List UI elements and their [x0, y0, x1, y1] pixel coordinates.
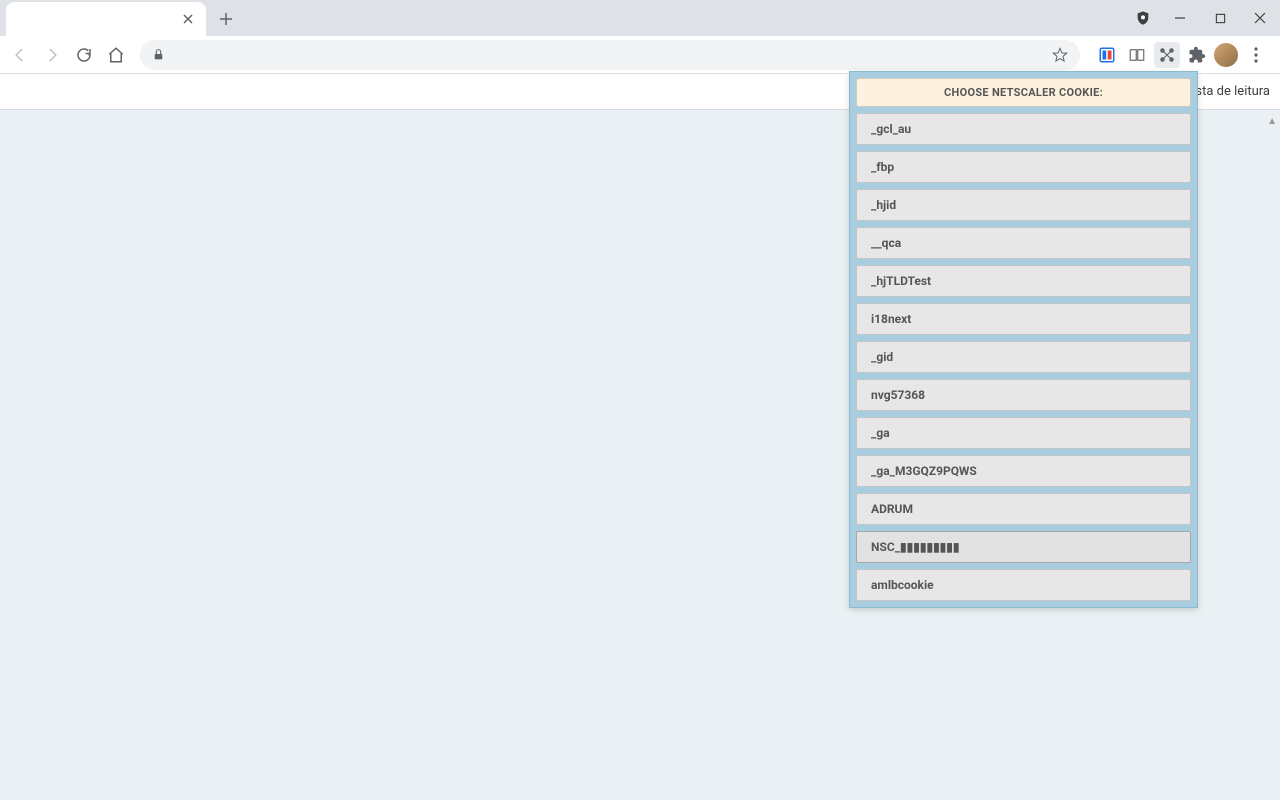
toolbar — [0, 36, 1280, 74]
popup-header: CHOOSE NETSCALER COOKIE: — [856, 78, 1191, 107]
cookie-item[interactable]: _gid — [856, 341, 1191, 373]
cookie-item[interactable]: _ga_M3GQZ9PQWS — [856, 455, 1191, 487]
cookie-item[interactable]: amlbcookie — [856, 569, 1191, 601]
bookmark-star-icon[interactable] — [1052, 47, 1068, 63]
forward-button[interactable] — [38, 41, 66, 69]
cookie-list: _gcl_au _fbp _hjid __qca _hjTLDTest i18next _g… — [856, 113, 1191, 601]
cookie-item[interactable]: ADRUM — [856, 493, 1191, 525]
cookie-item[interactable]: nvg57368 — [856, 379, 1191, 411]
browser-tab[interactable] — [6, 2, 206, 36]
cookie-item[interactable]: NSC_▮▮▮▮▮▮▮▮▮ — [856, 531, 1191, 563]
home-button[interactable] — [102, 41, 130, 69]
reload-button[interactable] — [70, 41, 98, 69]
chrome-menu-button[interactable] — [1242, 41, 1270, 69]
maximize-button[interactable] — [1200, 3, 1240, 33]
window-controls — [1134, 0, 1280, 36]
extension-popup: CHOOSE NETSCALER COOKIE: _gcl_au _fbp _hji… — [849, 71, 1198, 608]
cookie-item[interactable]: _hjid — [856, 189, 1191, 221]
extension-icons — [1090, 41, 1274, 69]
cookie-item[interactable]: _hjTLDTest — [856, 265, 1191, 297]
back-button[interactable] — [6, 41, 34, 69]
new-tab-button[interactable] — [212, 5, 240, 33]
url-input[interactable] — [173, 47, 1044, 63]
privacy-shield-icon[interactable] — [1134, 9, 1152, 27]
extensions-puzzle-icon[interactable] — [1184, 42, 1210, 68]
lock-icon[interactable] — [152, 48, 165, 61]
profile-avatar[interactable] — [1214, 43, 1238, 67]
cookie-item[interactable]: _gcl_au — [856, 113, 1191, 145]
address-bar[interactable] — [140, 40, 1080, 70]
cookie-item[interactable]: _fbp — [856, 151, 1191, 183]
scroll-up-arrow[interactable]: ▲ — [1267, 116, 1277, 127]
extension-icon-1[interactable] — [1094, 42, 1120, 68]
cookie-item[interactable]: i18next — [856, 303, 1191, 335]
minimize-button[interactable] — [1160, 3, 1200, 33]
netscaler-extension-icon[interactable] — [1154, 42, 1180, 68]
close-tab-icon[interactable] — [180, 11, 196, 27]
cookie-item[interactable]: __qca — [856, 227, 1191, 259]
tab-strip — [0, 0, 1280, 36]
extension-icon-2[interactable] — [1124, 42, 1150, 68]
close-window-button[interactable] — [1240, 3, 1280, 33]
cookie-item[interactable]: _ga — [856, 417, 1191, 449]
